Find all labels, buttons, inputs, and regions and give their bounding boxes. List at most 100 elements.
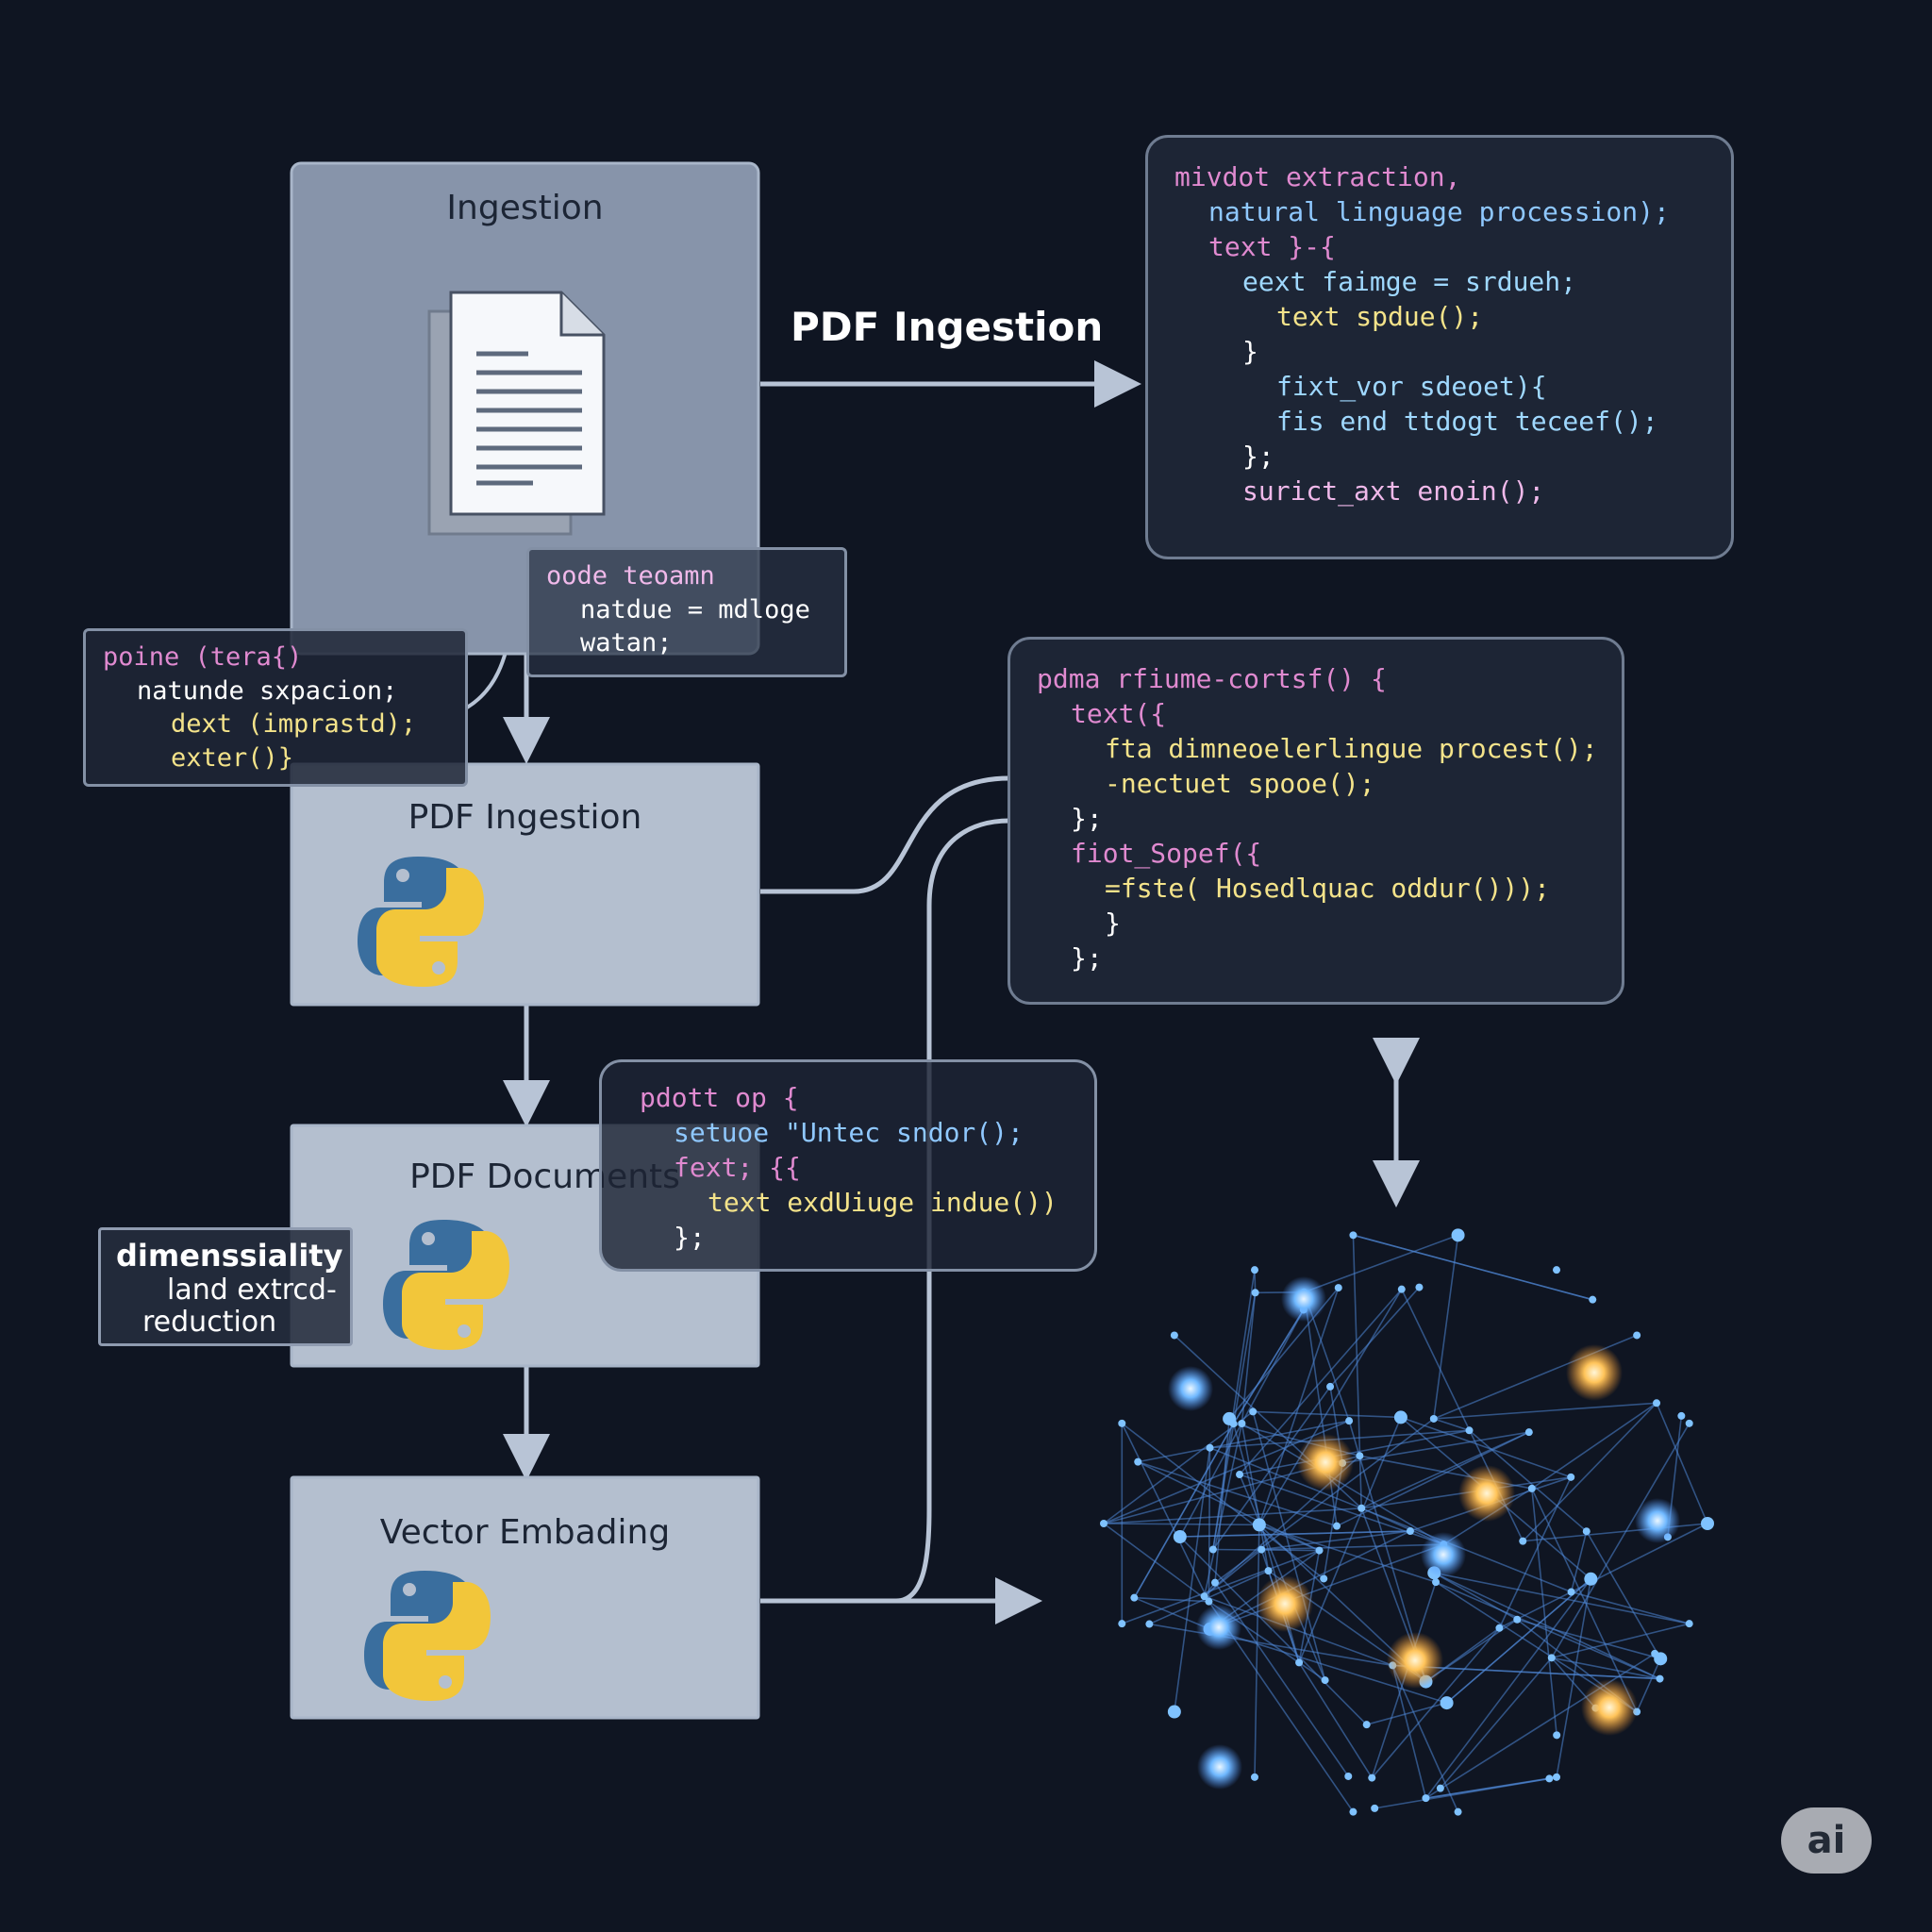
network-node <box>1223 1411 1237 1425</box>
stage-title-vector-embading: Vector Embading <box>379 1513 671 1552</box>
network-glow-node <box>1387 1632 1443 1689</box>
code-line: }; <box>1071 802 1103 834</box>
network-glow-node <box>1281 1276 1326 1322</box>
code-line: }; <box>674 1221 706 1253</box>
network-node <box>1251 1266 1258 1274</box>
network-node <box>1326 1382 1335 1391</box>
code-line: poine (tera{) <box>103 642 303 672</box>
code-line: eext faimge = srdueh; <box>1242 265 1577 297</box>
network-node <box>1553 1266 1560 1274</box>
network-node <box>1368 1774 1376 1782</box>
network-edge <box>1517 1618 1661 1660</box>
network-glow-node <box>1566 1344 1623 1401</box>
network-node <box>1567 1588 1575 1596</box>
network-edge <box>1254 1524 1260 1777</box>
network-glow-node <box>1458 1465 1515 1522</box>
network-node <box>1170 1331 1178 1340</box>
network-node <box>1440 1696 1454 1710</box>
code-block-processing: pdma rfiume-cortsf() {text({fta dimneoel… <box>1008 637 1624 1005</box>
network-node <box>1356 1452 1364 1460</box>
code-line: fext; {{ <box>674 1151 801 1183</box>
code-line: pdma rfiume-cortsf() { <box>1037 663 1387 694</box>
network-node <box>1208 1545 1217 1554</box>
network-edge <box>1424 1578 1591 1799</box>
document-icon <box>427 291 606 536</box>
network-node <box>1436 1784 1444 1792</box>
network-edge <box>1433 1418 1470 1432</box>
ai-badge: ai <box>1781 1807 1872 1874</box>
network-edge <box>1103 1523 1209 1603</box>
network-node <box>1357 1504 1366 1512</box>
stage-title-ingestion: Ingestion <box>446 189 604 227</box>
network-node <box>1393 1410 1407 1424</box>
network-node <box>1432 1578 1441 1587</box>
network-edge <box>1636 1657 1661 1712</box>
network-node <box>1465 1426 1474 1435</box>
curve-stage2-to-code <box>760 775 1010 894</box>
code-block-bottom: pdott op {setuoe "Untec sndor(); fext; {{… <box>599 1059 1097 1272</box>
network-edge <box>1571 1591 1690 1624</box>
network-edge <box>1134 1596 1209 1603</box>
network-node <box>1415 1283 1424 1291</box>
network-node <box>1134 1457 1142 1466</box>
network-node <box>1345 1417 1354 1425</box>
code-line: setuoe "Untec sndor(); <box>674 1116 1024 1148</box>
network-node <box>1547 1654 1556 1662</box>
network-edge <box>1570 1530 1588 1592</box>
network-node <box>1295 1658 1304 1667</box>
code-line: fta dimneoelerlingue procest(); <box>1105 732 1598 764</box>
network-node <box>1519 1537 1527 1545</box>
network-glow-node <box>1196 1605 1241 1650</box>
network-node <box>1584 1572 1598 1586</box>
code-line: watan; <box>580 628 673 658</box>
code-snippet-left: poine (tera{) natunde sxpacion; dext (impr… <box>83 628 468 787</box>
network-node <box>1553 1731 1561 1740</box>
code-line: }; <box>1071 941 1103 974</box>
network-edge <box>1425 1776 1557 1799</box>
code-line: fis end ttdogt teceef(); <box>1276 405 1658 437</box>
network-node <box>1685 1419 1693 1427</box>
network-node <box>1685 1620 1693 1628</box>
code-line: -nectuet spooe(); <box>1105 767 1375 799</box>
network-node <box>1321 1676 1329 1685</box>
network-node <box>1252 1518 1266 1532</box>
network-node <box>1118 1419 1126 1427</box>
network-node <box>1553 1773 1560 1781</box>
network-node <box>1451 1228 1465 1242</box>
code-line: fixt_vor sdeoet){ <box>1276 370 1547 402</box>
network-node <box>1251 1773 1258 1781</box>
network-node <box>1524 1428 1533 1437</box>
network-edge <box>1212 1548 1320 1552</box>
network-node <box>1677 1411 1686 1420</box>
network-glow-node <box>1168 1366 1213 1411</box>
code-line: text exdUiuge indue()) <box>708 1186 1058 1218</box>
network-glow-node <box>1257 1575 1313 1632</box>
network-node <box>1249 1407 1257 1416</box>
stage-title-pdf-ingestion: PDF Ingestion <box>408 798 642 837</box>
dimensionality-note: dimenssiality land extrcd- reduction <box>98 1227 353 1346</box>
code-line: } <box>1105 907 1121 939</box>
network-node <box>1257 1545 1266 1554</box>
network-node <box>1701 1517 1714 1530</box>
network-node <box>1362 1721 1371 1729</box>
code-block-extraction: mivdot extraction, natural linguage proce… <box>1145 135 1734 559</box>
network-node <box>1118 1620 1126 1628</box>
code-line: text }-{ <box>1208 230 1336 262</box>
note-line-2: land extrcd- <box>167 1274 337 1307</box>
network-node <box>1495 1624 1504 1632</box>
code-line: text({ <box>1071 697 1167 729</box>
network-glow-node <box>1581 1679 1638 1736</box>
network-node <box>1210 1578 1219 1587</box>
network-node <box>1320 1574 1328 1583</box>
network-node <box>1264 1567 1273 1575</box>
code-line: natunde sxpacion; <box>137 675 398 706</box>
code-line: dext (imprastd); <box>171 709 417 740</box>
network-edge <box>1329 1287 1421 1388</box>
network-node <box>1397 1285 1406 1293</box>
network-node <box>1173 1529 1187 1543</box>
network-node <box>1589 1295 1597 1304</box>
network-node <box>1429 1414 1438 1423</box>
network-edge <box>1523 1523 1708 1542</box>
network-glow-node <box>1297 1434 1354 1491</box>
network-node <box>1167 1705 1181 1719</box>
